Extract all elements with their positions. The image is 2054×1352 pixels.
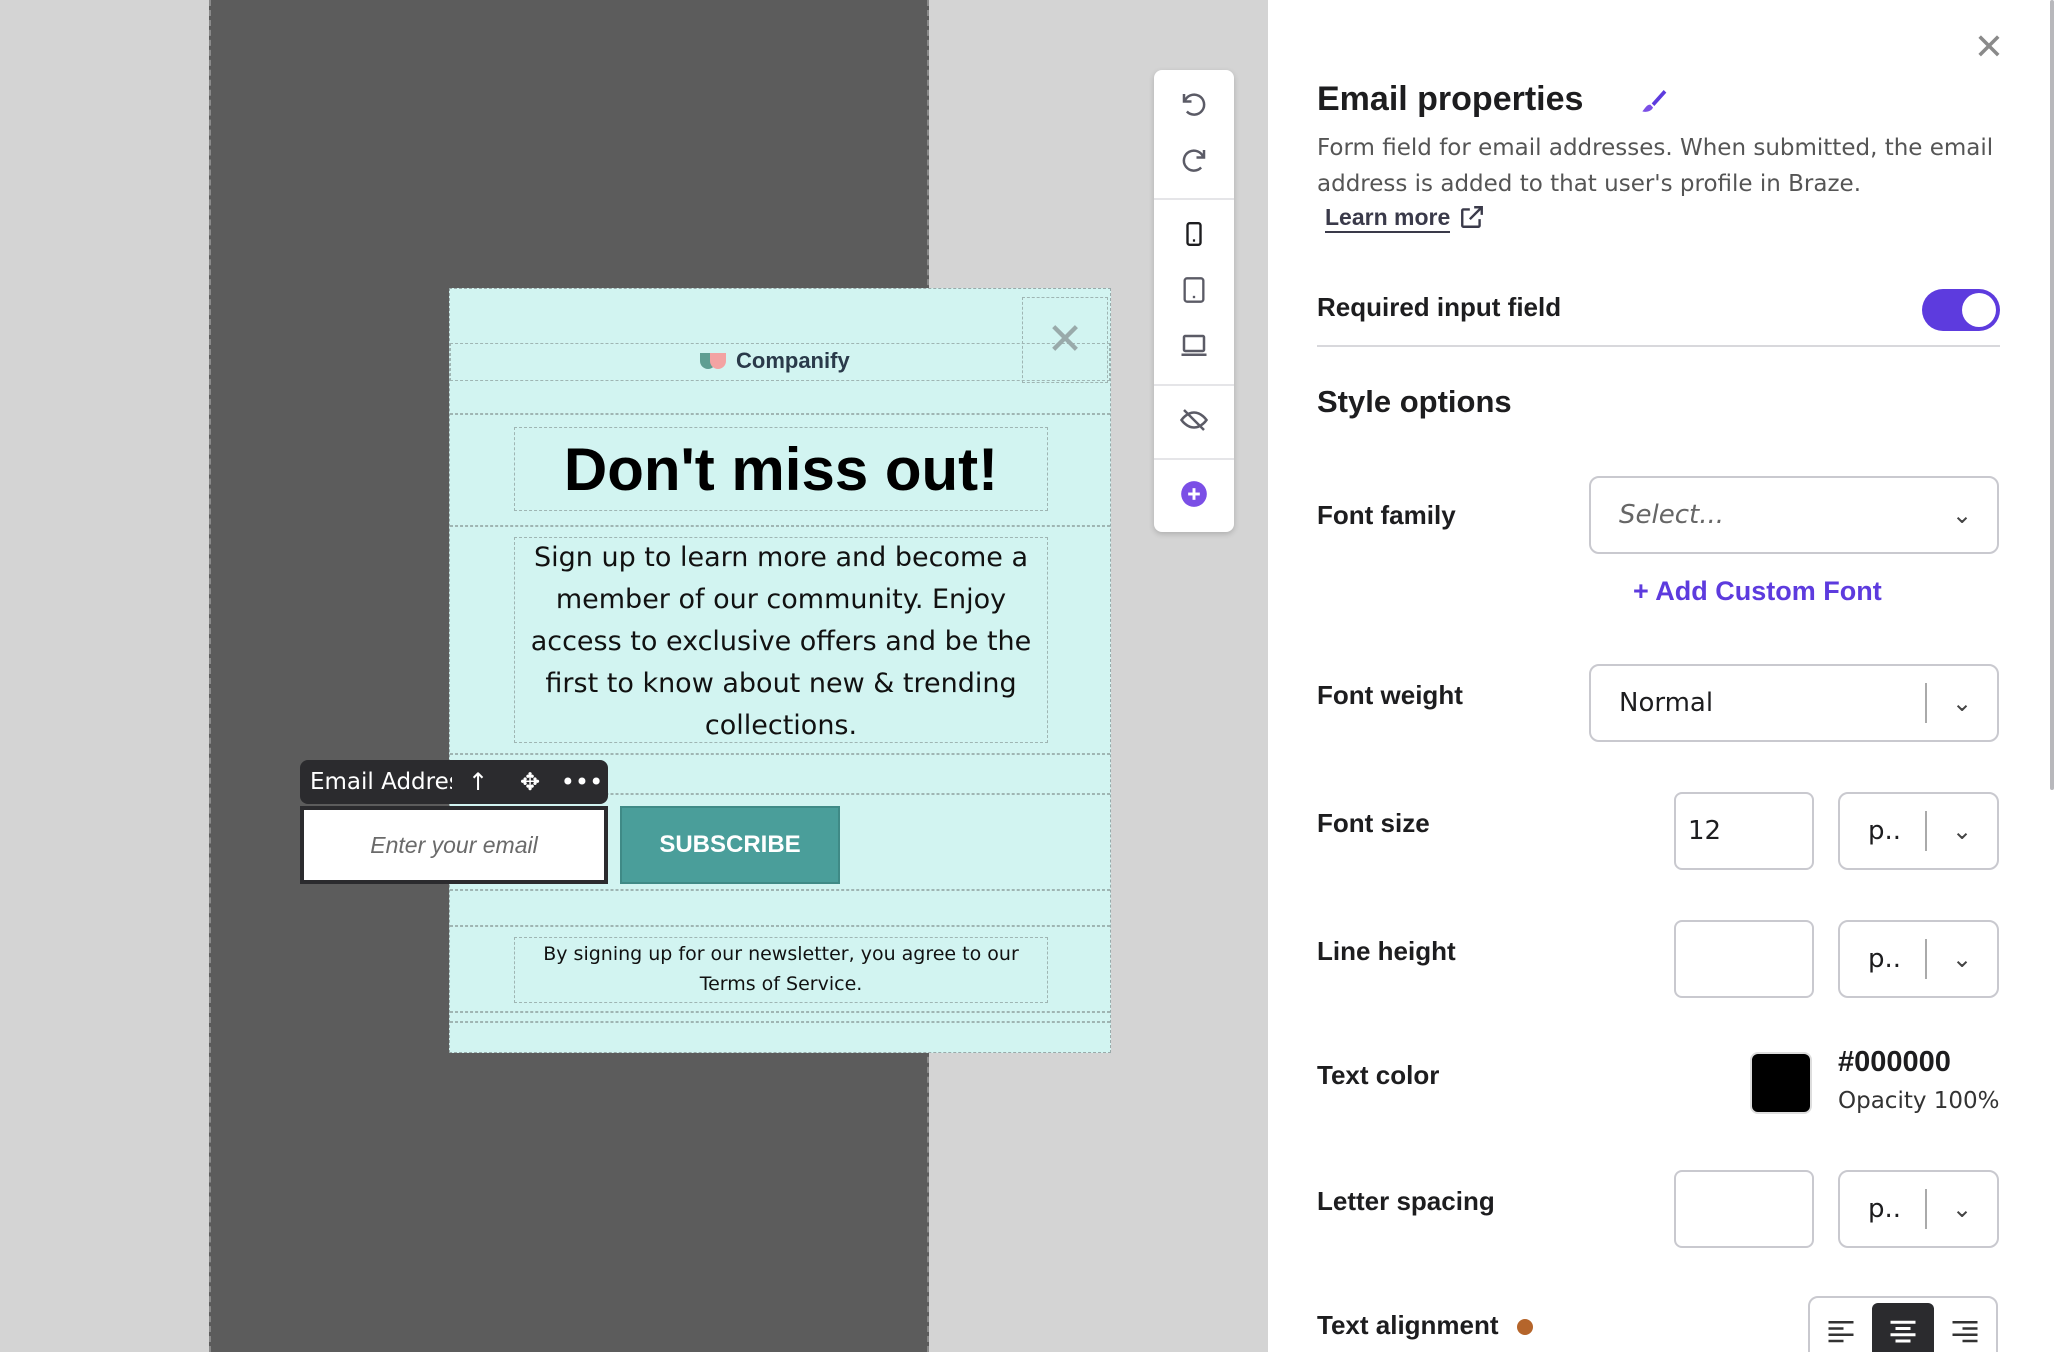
learn-more-link[interactable]: Learn more bbox=[1325, 204, 1451, 233]
chevron-down-icon: ⌄ bbox=[1951, 501, 1973, 529]
mobile-preview-frame: Companify ✕ Don't miss out! Sign up to l… bbox=[209, 0, 1111, 1352]
section-divider bbox=[1317, 345, 2000, 347]
chevron-down-icon: ⌄ bbox=[1951, 1195, 1973, 1223]
letter-spacing-unit-select[interactable]: p.. ⌄ bbox=[1838, 1170, 1999, 1248]
field-toolbar: Email Addres ↑ ✥ ••• bbox=[300, 760, 608, 804]
tablet-icon[interactable] bbox=[1154, 262, 1234, 318]
modified-indicator-dot bbox=[1517, 1319, 1533, 1335]
brand-logo[interactable]: Companify bbox=[700, 345, 850, 377]
logo-mark-icon bbox=[700, 351, 728, 371]
align-right-icon[interactable] bbox=[1934, 1303, 1996, 1352]
style-options-heading: Style options bbox=[1317, 384, 1512, 419]
subscribe-button[interactable]: SUBSCRIBE bbox=[620, 806, 840, 884]
align-left-icon[interactable] bbox=[1810, 1303, 1872, 1352]
rail-divider bbox=[1154, 198, 1234, 200]
canvas-area: Companify ✕ Don't miss out! Sign up to l… bbox=[0, 0, 1268, 1352]
font-size-label: Font size bbox=[1317, 808, 1430, 838]
add-icon[interactable] bbox=[1154, 466, 1234, 522]
font-weight-label: Font weight bbox=[1317, 680, 1463, 710]
paintbrush-icon bbox=[1642, 90, 1667, 112]
desktop-icon[interactable] bbox=[1154, 318, 1234, 374]
terms-text[interactable]: By signing up for our newsletter, you ag… bbox=[514, 937, 1048, 1003]
chevron-down-icon: ⌄ bbox=[1951, 817, 1973, 845]
add-custom-font-link[interactable]: + Add Custom Font bbox=[1633, 576, 1882, 607]
text-alignment-label: Text alignment bbox=[1317, 1310, 1499, 1340]
line-height-unit: p.. bbox=[1868, 944, 1902, 974]
letter-spacing-input[interactable] bbox=[1674, 1170, 1814, 1248]
redo-icon[interactable] bbox=[1154, 132, 1234, 188]
font-size-unit-select[interactable]: p.. ⌄ bbox=[1838, 792, 1999, 870]
font-weight-value: Normal bbox=[1619, 688, 1714, 718]
font-size-unit: p.. bbox=[1868, 816, 1902, 846]
row-guide bbox=[450, 1021, 1110, 1023]
row-guide bbox=[450, 525, 1110, 527]
letter-spacing-unit: p.. bbox=[1868, 1194, 1902, 1224]
font-size-input[interactable]: 12 bbox=[1674, 792, 1814, 870]
row-guide bbox=[450, 413, 1110, 415]
line-height-label: Line height bbox=[1317, 936, 1456, 966]
line-height-input[interactable] bbox=[1674, 920, 1814, 998]
form-body-text[interactable]: Sign up to learn more and become a membe… bbox=[514, 537, 1048, 743]
text-color-label: Text color bbox=[1317, 1060, 1440, 1090]
close-icon[interactable]: ✕ bbox=[1969, 28, 2009, 68]
panel-scrollbar[interactable] bbox=[2050, 0, 2054, 790]
required-toggle[interactable] bbox=[1922, 289, 2000, 331]
properties-panel: ✕ Email properties Form field for email … bbox=[1268, 0, 2054, 1352]
hide-icon[interactable] bbox=[1154, 392, 1234, 448]
align-center-icon[interactable] bbox=[1872, 1303, 1934, 1352]
form-close-icon[interactable]: ✕ bbox=[1022, 297, 1108, 383]
field-toolbar-label: Email Addres bbox=[310, 769, 452, 795]
required-input-label: Required input field bbox=[1317, 292, 1562, 322]
letter-spacing-label: Letter spacing bbox=[1317, 1186, 1495, 1216]
move-icon[interactable]: ✥ bbox=[504, 768, 556, 796]
panel-description: Form field for email addresses. When sub… bbox=[1317, 135, 1994, 197]
external-link-icon[interactable] bbox=[1459, 204, 1485, 230]
text-color-opacity: Opacity 100% bbox=[1838, 1088, 2000, 1114]
mobile-icon[interactable] bbox=[1154, 206, 1234, 262]
email-input[interactable]: Enter your email bbox=[300, 806, 608, 884]
text-color-swatch[interactable] bbox=[1750, 1052, 1812, 1114]
rail-divider bbox=[1154, 384, 1234, 386]
brand-name: Companify bbox=[736, 348, 850, 373]
panel-title: Email properties bbox=[1317, 80, 1584, 118]
toggle-knob bbox=[1962, 293, 1996, 327]
row-guide bbox=[450, 925, 1110, 927]
form-headline[interactable]: Don't miss out! bbox=[514, 427, 1048, 511]
font-family-value: Select... bbox=[1619, 500, 1725, 530]
undo-icon[interactable] bbox=[1154, 76, 1234, 132]
row-guide bbox=[450, 889, 1110, 891]
text-alignment-group bbox=[1808, 1296, 1998, 1352]
font-family-label: Font family bbox=[1317, 500, 1456, 530]
text-color-hex: #000000 bbox=[1838, 1046, 1951, 1078]
signup-form[interactable]: Companify ✕ Don't miss out! Sign up to l… bbox=[449, 288, 1111, 1053]
tool-rail bbox=[1154, 70, 1234, 532]
font-weight-select[interactable]: Normal ⌄ bbox=[1589, 664, 1999, 742]
row-guide bbox=[450, 1011, 1110, 1013]
row-guide bbox=[450, 753, 1110, 755]
line-height-unit-select[interactable]: p.. ⌄ bbox=[1838, 920, 1999, 998]
chevron-down-icon: ⌄ bbox=[1951, 945, 1973, 973]
chevron-down-icon: ⌄ bbox=[1951, 689, 1973, 717]
font-family-select[interactable]: Select... ⌄ bbox=[1589, 476, 1999, 554]
rail-divider bbox=[1154, 458, 1234, 460]
more-options-icon[interactable]: ••• bbox=[556, 768, 608, 796]
select-parent-icon[interactable]: ↑ bbox=[452, 768, 504, 796]
